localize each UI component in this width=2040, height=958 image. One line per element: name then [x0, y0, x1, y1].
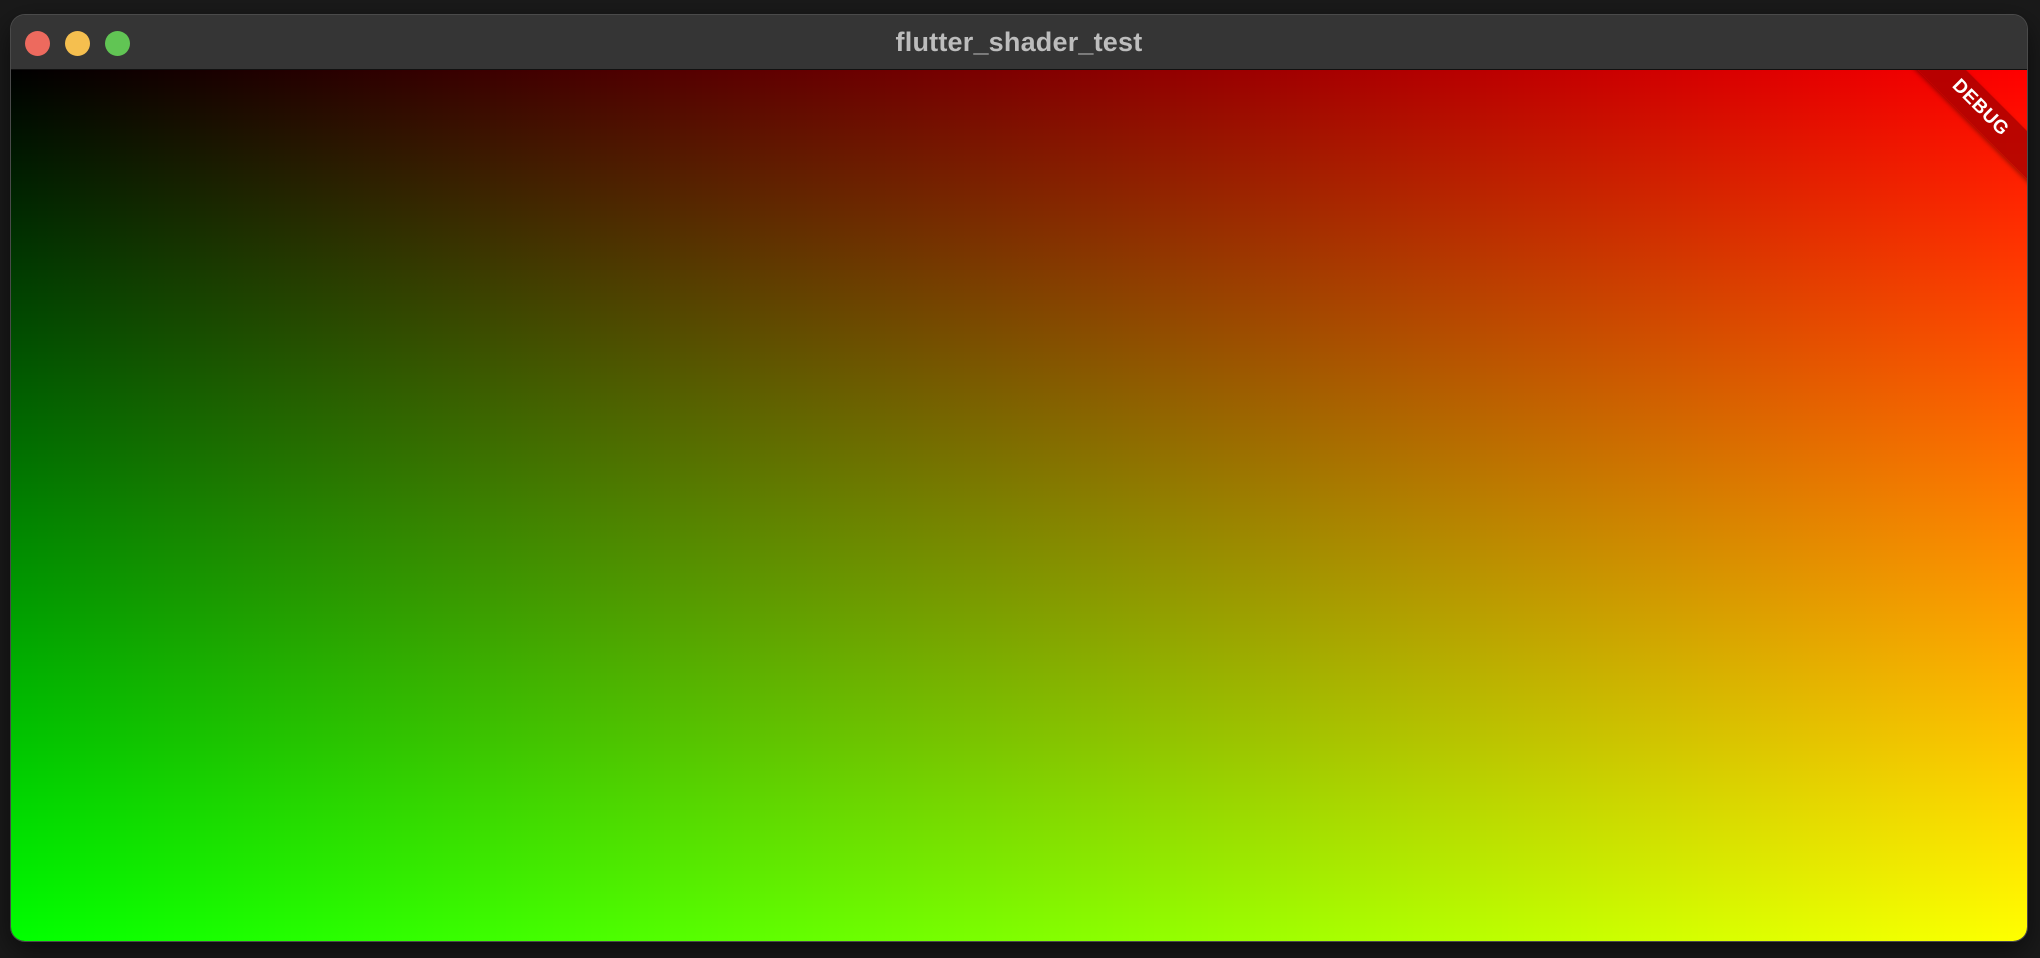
gradient-shader-surface: [11, 70, 2027, 941]
window-title: flutter_shader_test: [895, 27, 1143, 57]
shader-green-channel: [11, 70, 2027, 941]
title-bar[interactable]: flutter_shader_test: [11, 15, 2027, 70]
app-window: flutter_shader_test DEBUG: [11, 15, 2027, 941]
shader-canvas: DEBUG: [11, 70, 2027, 941]
